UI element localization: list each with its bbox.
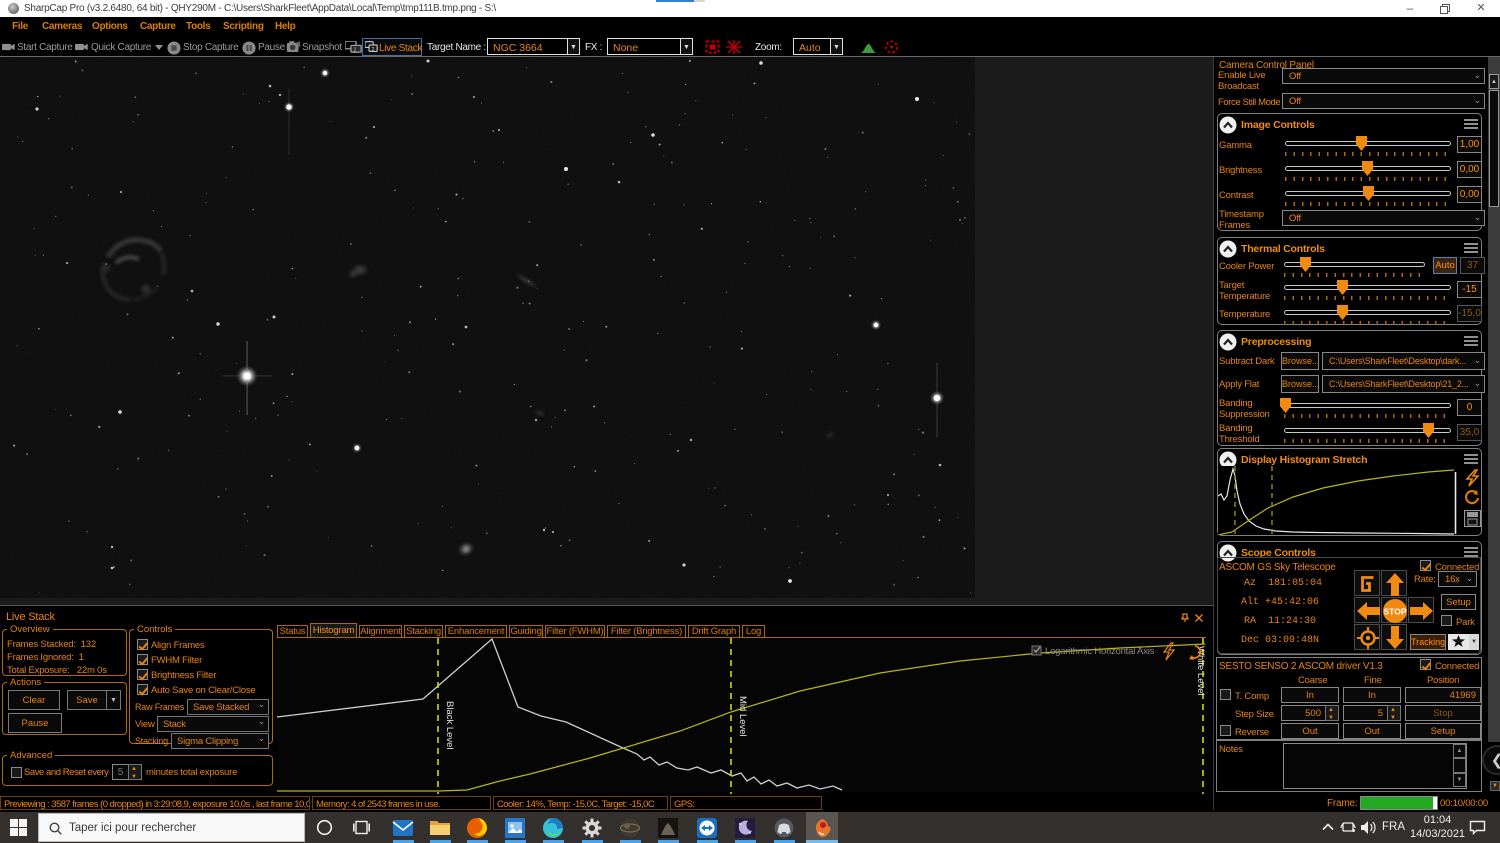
svg-text:2: 2 (372, 47, 375, 53)
svg-text:STOP: STOP (1384, 607, 1407, 617)
svg-text:Mid Level: Mid Level (737, 696, 748, 737)
svg-text:Black Level: Black Level (444, 701, 455, 750)
svg-text:Logarithmic Horizontal Axis: Logarithmic Horizontal Axis (1045, 646, 1155, 657)
svg-text:2: 2 (354, 47, 357, 53)
